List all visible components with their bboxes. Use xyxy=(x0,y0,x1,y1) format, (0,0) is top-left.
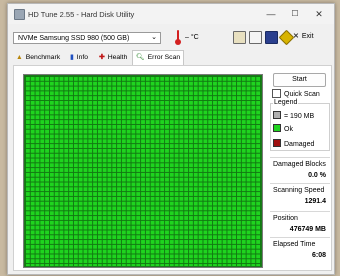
legend-block-size-text: = 190 MB xyxy=(284,113,315,120)
damaged-swatch-icon xyxy=(273,139,281,147)
start-button[interactable]: Start xyxy=(273,73,326,87)
scanning-speed-label: Scanning Speed xyxy=(273,187,325,194)
legend-title: Legend xyxy=(273,99,299,106)
error-scan-icon: 🔍︎ xyxy=(136,54,145,61)
thermometer-icon xyxy=(175,30,181,45)
elapsed-time-label: Elapsed Time xyxy=(273,241,316,248)
legend-ok: Ok xyxy=(273,124,293,133)
scan-block-map xyxy=(23,74,263,268)
elapsed-time-stat: Elapsed Time 6:08 xyxy=(270,237,330,266)
tab-benchmark-label: Benchmark xyxy=(25,54,61,61)
tab-error-scan-label: Error Scan xyxy=(147,54,181,61)
exit-label: Exit xyxy=(301,33,314,40)
copy-text-icon[interactable] xyxy=(249,31,262,44)
tab-benchmark[interactable]: ▲ Benchmark xyxy=(13,51,63,64)
quick-scan-checkbox[interactable]: Quick Scan xyxy=(272,89,320,98)
tab-error-scan[interactable]: 🔍︎ Error Scan xyxy=(132,50,185,66)
minimize-button[interactable]: — xyxy=(260,7,282,21)
drive-select[interactable]: NVMe Samsung SSD 980 (500 GB) ⌄ xyxy=(13,32,161,44)
block-swatch-icon xyxy=(273,111,281,119)
position-value: 476749 MB xyxy=(289,226,326,233)
copy-info-icon[interactable] xyxy=(233,31,246,44)
legend-damaged: Damaged xyxy=(273,139,314,148)
info-icon: ▮ xyxy=(70,54,74,61)
drive-select-value: NVMe Samsung SSD 980 (500 GB) xyxy=(18,35,130,42)
ok-swatch-icon xyxy=(273,124,281,132)
legend-ok-text: Ok xyxy=(284,126,293,133)
legend-block-size: = 190 MB xyxy=(273,111,314,120)
title-bar[interactable]: HD Tune 2.55 - Hard Disk Utility — ☐ ✕ xyxy=(8,4,334,24)
quick-scan-label: Quick Scan xyxy=(284,91,320,98)
scanning-speed-stat: Scanning Speed 1291.4 xyxy=(270,183,330,212)
tab-info-label: Info xyxy=(76,54,89,61)
options-icon[interactable] xyxy=(278,29,295,46)
exit-button[interactable]: ✕ Exit xyxy=(293,32,314,40)
elapsed-time-value: 6:08 xyxy=(311,252,326,259)
checkbox-icon xyxy=(272,89,281,98)
error-scan-panel: Start Quick Scan Legend = 190 MB Ok Dama… xyxy=(13,65,332,271)
damaged-blocks-stat: Damaged Blocks 0.0 % xyxy=(270,157,330,184)
scanning-speed-value: 1291.4 xyxy=(304,198,326,205)
save-icon[interactable] xyxy=(265,31,278,44)
health-icon: ✚ xyxy=(99,54,105,61)
window-title: HD Tune 2.55 - Hard Disk Utility xyxy=(28,10,135,19)
tab-health-label: Health xyxy=(107,54,128,61)
exit-icon: ✕ xyxy=(293,33,299,40)
maximize-button[interactable]: ☐ xyxy=(284,7,306,21)
position-stat: Position 476749 MB xyxy=(270,211,330,238)
app-icon xyxy=(14,9,25,20)
position-label: Position xyxy=(273,215,298,222)
temperature-readout: – °C xyxy=(185,34,199,41)
tab-info[interactable]: ▮ Info xyxy=(67,51,91,64)
benchmark-icon: ▲ xyxy=(16,54,23,61)
close-button[interactable]: ✕ xyxy=(308,7,330,21)
toolbar: NVMe Samsung SSD 980 (500 GB) ⌄ – °C ✕ Ex… xyxy=(8,28,334,46)
app-window: HD Tune 2.55 - Hard Disk Utility — ☐ ✕ N… xyxy=(7,3,335,275)
chevron-down-icon: ⌄ xyxy=(151,34,157,41)
damaged-blocks-value: 0.0 % xyxy=(308,172,326,179)
scan-blocks xyxy=(25,76,261,266)
legend-damaged-text: Damaged xyxy=(284,141,315,148)
damaged-blocks-label: Damaged Blocks xyxy=(273,161,326,168)
tab-health[interactable]: ✚ Health xyxy=(96,51,130,64)
